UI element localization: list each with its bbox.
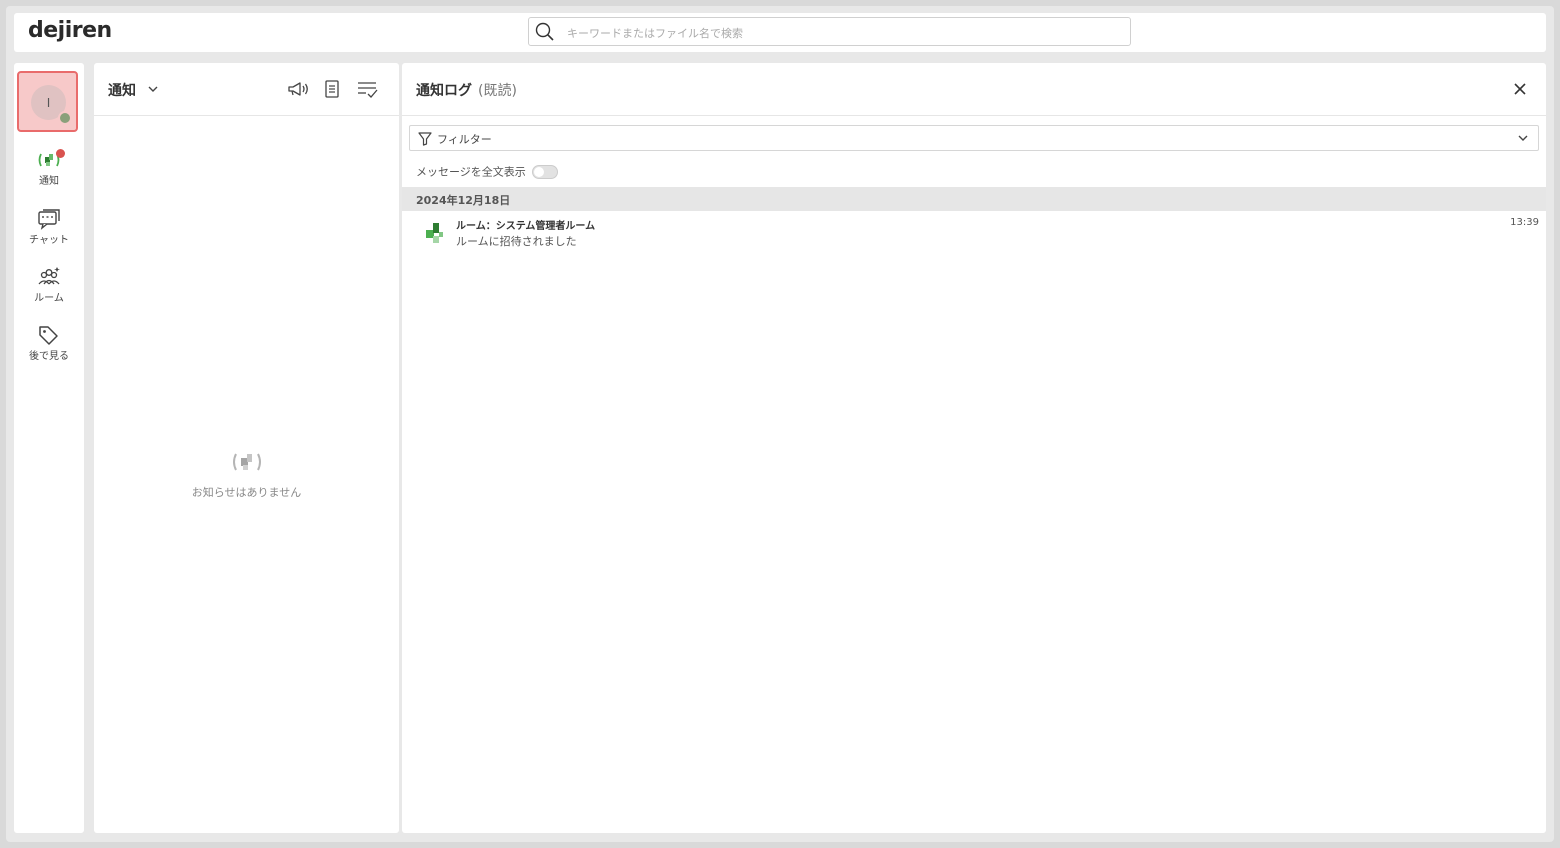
nav-label: 後で見る [29,351,69,362]
search-box[interactable] [528,17,1131,46]
notification-log-panel: 通知ログ (既読) フィルター メッセージを全文表示 2024年12月18日 ルー… [402,63,1546,833]
notifications-panel: 通知 お知らせはありません [94,63,399,833]
log-room-name: ルーム：システム管理者ルーム [456,221,596,232]
fulltext-toggle-row: メッセージを全文表示 [416,161,558,179]
notifications-header: 通知 [94,63,399,116]
nav-label: 通知 [39,176,59,187]
log-time: 13:39 [1510,217,1539,228]
close-icon[interactable] [1512,81,1528,97]
date-group-header: 2024年12月18日 [402,187,1546,211]
date-group-label: 2024年12月18日 [416,194,511,207]
search-icon [535,22,554,41]
search-input[interactable] [565,22,1109,44]
room-icon [38,267,60,285]
empty-state: お知らせはありません [94,448,399,500]
online-status-indicator [58,111,72,125]
nav-item-chat[interactable]: チャット [14,208,84,260]
chevron-down-icon[interactable] [147,84,159,94]
filter-icon [418,132,432,146]
chevron-down-icon [1518,135,1528,141]
log-title-text: 通知ログ [416,83,472,99]
log-message: ルームに招待されました [456,235,577,248]
broadcast-icon [232,453,261,471]
user-avatar-button[interactable]: I [17,71,78,132]
fulltext-label: メッセージを全文表示 [416,165,526,179]
log-title: 通知ログ (既読) [416,80,517,100]
fulltext-toggle[interactable] [531,164,558,179]
mark-all-read-icon[interactable] [356,79,378,99]
filter-dropdown[interactable]: フィルター [409,125,1539,151]
empty-state-text: お知らせはありません [191,486,302,499]
app-logo[interactable]: dejiren [28,18,112,43]
top-bar: dejiren [14,13,1546,52]
tag-icon [39,326,58,345]
nav-item-later[interactable]: 後で見る [14,324,84,376]
nav-item-notifications[interactable]: 通知 [14,149,84,201]
notifications-title[interactable]: 通知 [108,80,136,100]
log-subtitle: (既読) [478,83,517,99]
document-list-icon[interactable] [322,79,342,99]
nav-item-room[interactable]: ルーム [14,266,84,318]
log-header: 通知ログ (既読) [402,63,1546,116]
megaphone-icon[interactable] [286,79,310,99]
log-item[interactable]: ルーム：システム管理者ルーム ルームに招待されました 13:39 [402,213,1546,251]
nav-label: チャット [29,235,69,246]
nav-label: ルーム [34,293,64,304]
chat-icon [38,209,60,230]
dejiren-logo-icon [426,223,443,243]
notification-badge [56,149,65,158]
filter-label: フィルター [437,133,492,146]
left-nav: I 通知 チャット ルーム 後で見る [14,63,84,833]
